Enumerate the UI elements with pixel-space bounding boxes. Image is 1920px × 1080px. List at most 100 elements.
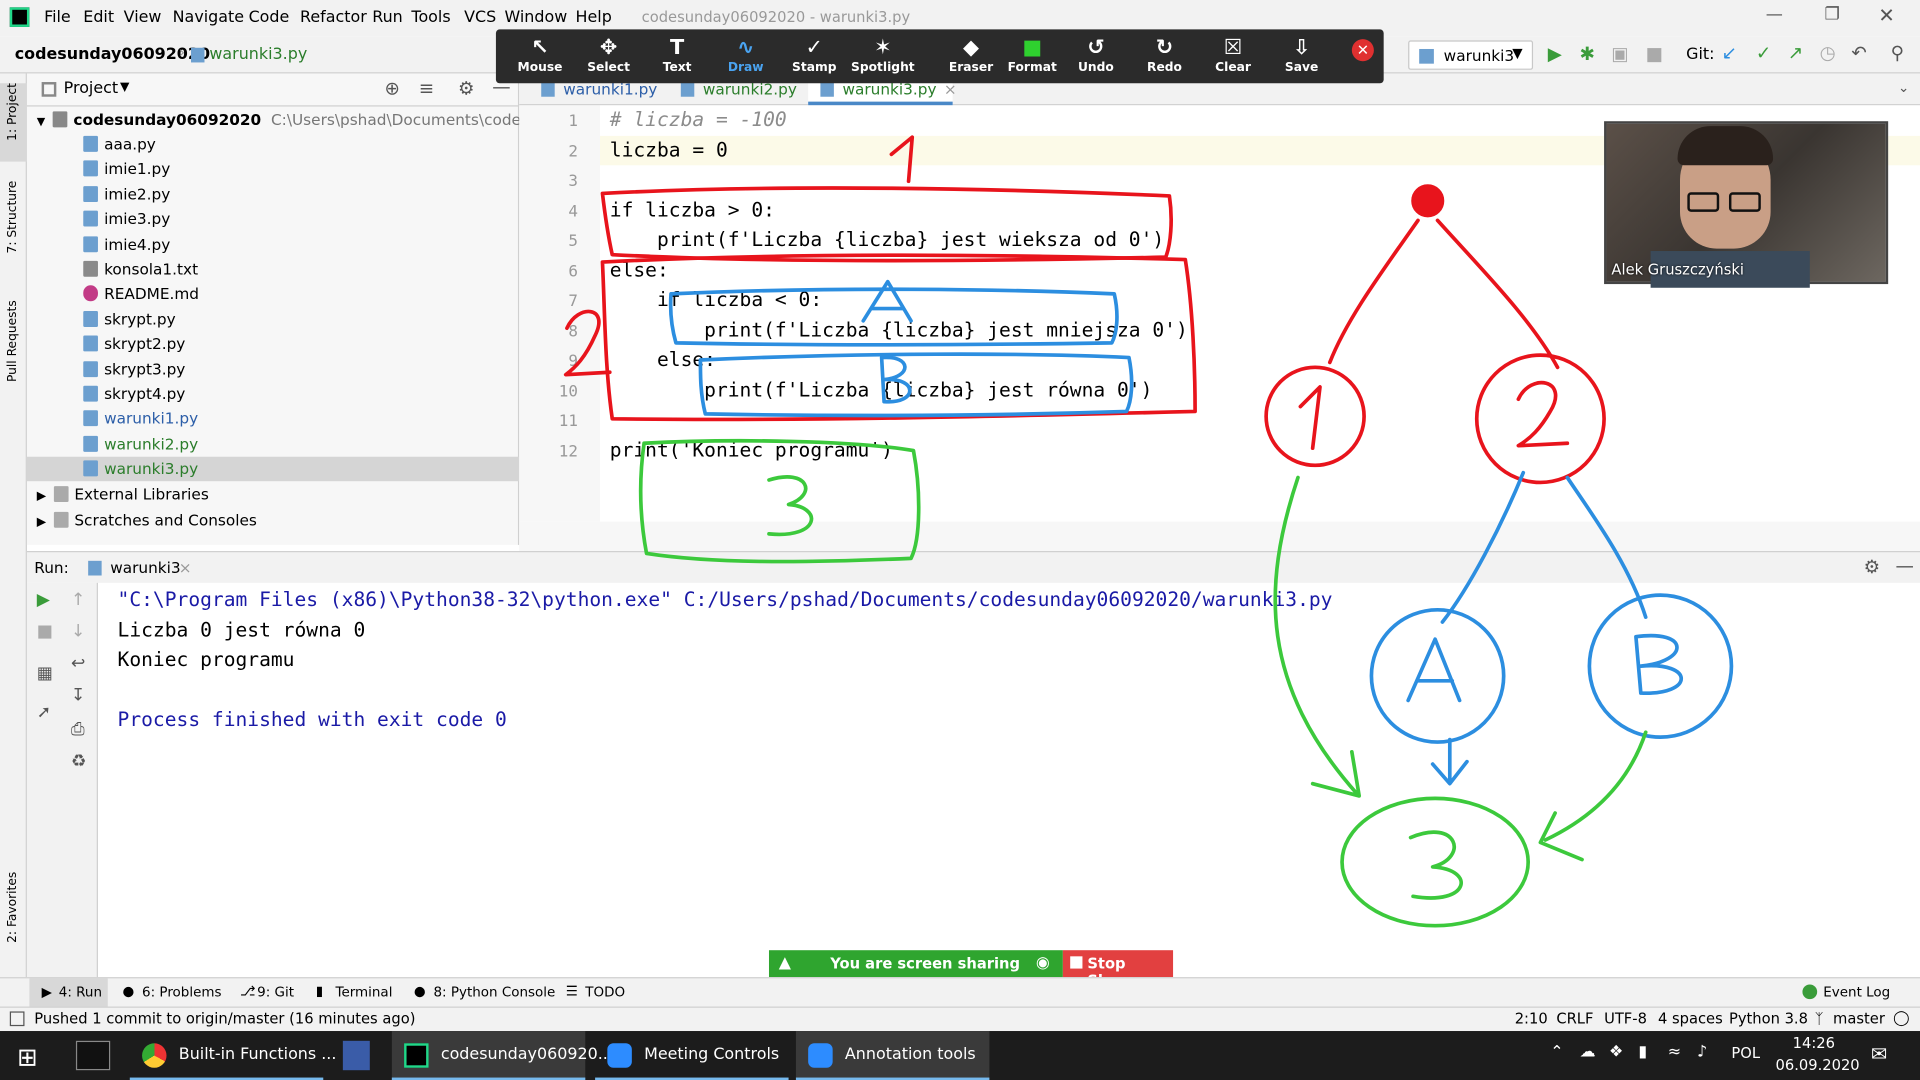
python-console-icon: ● — [413, 983, 426, 1000]
status-toggle-icon[interactable] — [9, 1011, 25, 1027]
annotation-tool-save[interactable]: ⇩ Save — [1267, 29, 1336, 83]
annotation-tool-label: Mouse — [517, 61, 563, 75]
draw-icon: ∿ — [736, 35, 755, 61]
taskbar-app-label: codesunday060920... — [440, 1045, 613, 1065]
annotation-tool-label: Clear — [1215, 61, 1251, 75]
tool-todo[interactable]: TODO — [585, 984, 625, 1000]
status-branch[interactable]: master — [1833, 1010, 1885, 1027]
undo-icon: ↺ — [1087, 35, 1105, 61]
wifi-icon[interactable]: ≈ — [1668, 1043, 1681, 1061]
clock-date[interactable]: 06.09.2020 — [1776, 1057, 1860, 1074]
annotation-tool-label: Save — [1284, 61, 1319, 75]
event-log-icon — [1802, 984, 1818, 1000]
annotation-blue-edge-b — [1565, 475, 1648, 619]
tool-python-console[interactable]: 8: Python Console — [433, 984, 555, 1000]
close-annotation-icon[interactable]: ✕ — [1351, 39, 1374, 62]
taskbar-app-label: Built-in Functions ... — [178, 1045, 337, 1065]
annotation-node-3 — [1340, 796, 1531, 928]
annotation-tool-redo[interactable]: ↻ Redo — [1130, 29, 1199, 83]
save-icon: ⇩ — [1292, 35, 1311, 61]
clock-time[interactable]: 14:26 — [1793, 1035, 1835, 1052]
lock-icon[interactable]: ◯ — [1893, 1009, 1909, 1026]
save-app-icon[interactable] — [342, 1040, 370, 1071]
annotation-tool-spotlight[interactable]: ✶ Spotlight — [849, 29, 918, 83]
git-icon: ⎇ — [240, 983, 256, 1000]
terminal-app-icon[interactable] — [75, 1040, 111, 1071]
windows-taskbar: ⊞ Built-in Functions ... codesunday06092… — [0, 1031, 1920, 1080]
annotation-tool-format[interactable]: ■ Format — [998, 29, 1067, 83]
annotation-tool-eraser[interactable]: ◆ Eraser — [937, 29, 1006, 83]
stop-share-button[interactable]: Stop Share — [1062, 950, 1174, 989]
eraser-icon: ◆ — [963, 35, 980, 61]
tray-chevron-icon[interactable]: ⌃ — [1550, 1043, 1563, 1061]
taskbar-app-pycharm[interactable]: codesunday060920... — [391, 1031, 613, 1080]
annotation-overlay — [563, 135, 1734, 928]
annotation-green-box-3 — [638, 438, 921, 564]
annotation-red-box-1 — [600, 186, 1173, 263]
annotation-tool-draw[interactable]: ∿ Draw — [711, 29, 780, 83]
annotation-tool-label: Stamp — [792, 61, 837, 75]
chrome-icon — [142, 1043, 167, 1068]
windows-start-icon[interactable]: ⊞ — [17, 1042, 38, 1071]
move-icon: ✥ — [599, 35, 618, 61]
annotation-tool-clear[interactable]: ☒ Clear — [1199, 29, 1268, 83]
annotation-red-edge-left — [1327, 218, 1420, 365]
zoom-icon — [808, 1043, 833, 1068]
stamp-icon: ✓ — [805, 35, 824, 61]
annotation-node-1-digit — [1298, 385, 1322, 451]
annotation-green-edge-b — [1538, 730, 1648, 862]
annotation-node-a-letter — [1406, 637, 1462, 703]
cloud-icon[interactable]: ☁ — [1580, 1043, 1596, 1061]
status-encoding[interactable]: UTF-8 — [1604, 1010, 1647, 1027]
status-indent[interactable]: 4 spaces — [1658, 1010, 1723, 1027]
volume-icon[interactable]: ♪ — [1697, 1043, 1707, 1061]
battery-icon[interactable]: ▮ — [1638, 1043, 1647, 1061]
bottom-tool-bar: ▶ 4: Run ● 6: Problems ⎇ 9: Git ▮ Termin… — [0, 977, 1920, 1008]
taskbar-app-chrome[interactable]: Built-in Functions ... — [129, 1031, 336, 1080]
taskbar-app-label: Meeting Controls — [644, 1045, 780, 1065]
annotation-toolbar: ↖ Mouse ✥ Select T Text ∿ Draw ✓ Stamp ✶ Spotlight ◆… — [495, 29, 1384, 84]
annotation-tool-label: Spotlight — [851, 61, 915, 75]
annotation-green-digit-3 — [767, 475, 814, 537]
annotation-node-b-letter — [1634, 633, 1683, 695]
text-icon: T — [670, 35, 685, 61]
tool-git[interactable]: 9: Git — [257, 984, 294, 1000]
status-bar: Pushed 1 commit to origin/master (16 min… — [0, 1006, 1920, 1032]
annotation-node-2-digit — [1516, 380, 1570, 448]
status-message: Pushed 1 commit to origin/master (16 min… — [34, 1010, 416, 1028]
annotation-blue-box-b — [698, 352, 1134, 418]
share-banner-text: You are screen sharing — [830, 955, 1021, 973]
share-icon: ▲ — [778, 953, 792, 973]
annotation-tool-undo[interactable]: ↺ Undo — [1062, 29, 1131, 83]
annotation-node-2 — [1474, 353, 1606, 485]
annotation-tool-select[interactable]: ✥ Select — [574, 29, 643, 83]
annotation-red-box-2 — [600, 253, 1197, 422]
todo-icon: ☰ — [565, 983, 578, 1000]
tool-terminal[interactable]: Terminal — [336, 984, 393, 1000]
taskbar-app-meeting[interactable]: Meeting Controls — [595, 1031, 789, 1080]
annotation-blue-letter-b — [879, 355, 912, 404]
tool-event-log[interactable]: Event Log — [1823, 984, 1890, 1000]
trash-icon: ☒ — [1223, 35, 1243, 61]
annotation-node-a — [1369, 607, 1506, 744]
annotation-tool-label: Redo — [1147, 61, 1182, 75]
annotation-tool-text[interactable]: T Text — [643, 29, 712, 83]
tool-run[interactable]: 4: Run — [59, 984, 102, 1000]
tool-problems[interactable]: 6: Problems — [142, 984, 221, 1000]
annotation-red-edge-right — [1435, 218, 1560, 370]
spotlight-icon: ✶ — [874, 35, 892, 61]
dropbox-icon[interactable]: ❖ — [1609, 1043, 1623, 1061]
notification-icon[interactable]: ✉ — [1871, 1042, 1887, 1065]
annotation-root-dot — [1411, 184, 1445, 218]
status-caret-position[interactable]: 2:10 — [1515, 1010, 1548, 1027]
status-interpreter[interactable]: Python 3.8 — [1729, 1010, 1808, 1027]
taskbar-app-annotation[interactable]: Annotation tools — [795, 1031, 990, 1080]
annotation-blue-edge-a — [1440, 470, 1526, 624]
annotation-tool-mouse[interactable]: ↖ Mouse — [506, 29, 575, 83]
language-indicator[interactable]: POL — [1731, 1044, 1760, 1061]
annotation-red-digit-1 — [889, 135, 915, 184]
annotation-tool-stamp[interactable]: ✓ Stamp — [780, 29, 849, 83]
status-line-separator[interactable]: CRLF — [1556, 1010, 1593, 1027]
problems-icon: ● — [122, 983, 135, 1000]
annotation-tool-label: Text — [662, 61, 692, 75]
